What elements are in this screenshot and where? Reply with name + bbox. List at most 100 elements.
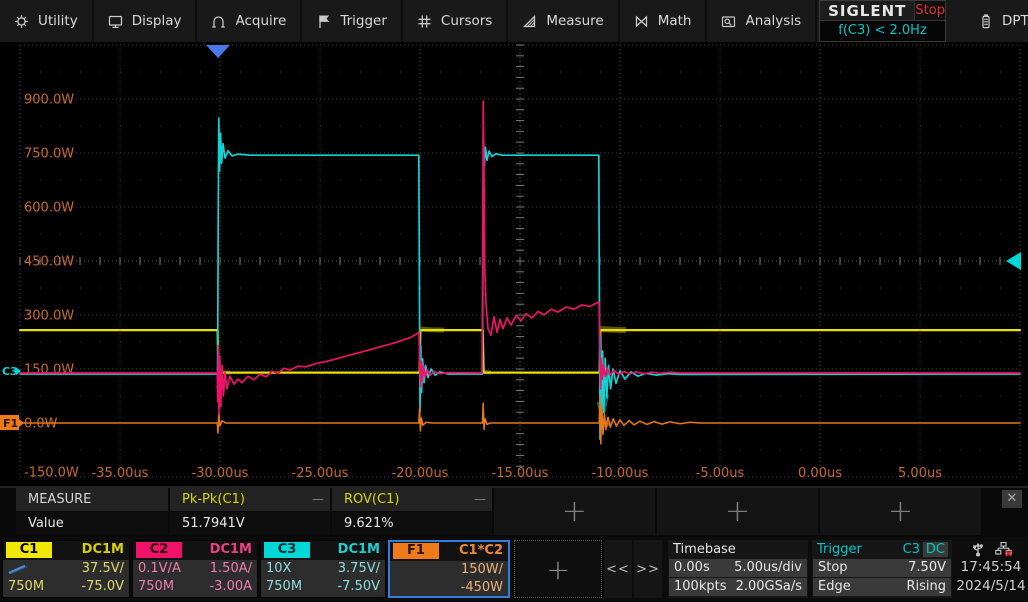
trigger-title: Trigger [817,542,862,557]
add-measurement-button[interactable]: + [657,488,818,535]
f1-expression: C1*C2 [459,543,503,558]
measure-title: MEASURE [16,488,168,511]
math-box-f1[interactable]: F1 C1*C2 150W/ -450W [388,540,510,598]
f1-offset: -450W [461,579,503,597]
menu-trigger-label: Trigger [340,13,387,29]
add-measurement-button[interactable]: + [494,488,655,535]
trigger-coupling: DC [923,542,948,557]
c3-probe: 10X [266,560,291,578]
channel-box-c1[interactable]: C1 DC1M 37.5V/ 750M -75.0V [2,540,130,598]
trigger-box[interactable]: Trigger C3 DC Stop 7.50V Edge Rising [812,540,952,598]
display-icon [108,14,123,29]
remove-measurement-button[interactable]: — [474,488,486,511]
skew-icon [7,563,29,575]
c1-offset: -75.0V [81,578,124,596]
menu-utility-label: Utility [38,13,78,29]
x-axis-label: -35.00us [92,466,149,481]
c2-badge[interactable]: C2 [136,542,182,558]
timebase-scale: 5.00us/div [734,559,802,577]
measure-strip: MEASURE Value Pk-Pk(C1) — 51.7941V ROV(C… [0,488,1028,537]
y-axis-label: -150.0W [24,466,79,481]
menu-utility[interactable]: Utility [0,0,94,42]
clock-date: 2024/5/14 [955,577,1027,596]
timebase-samplerate: 2.00GSa/s [736,578,802,596]
status-area: 17:45:54 2024/5/14 [955,540,1027,598]
menu-acquire-label: Acquire [235,13,286,29]
trigger-source: C3 [903,540,920,559]
oscilloscope-screen: Utility Display Acquire Trigger Cursors [0,0,1028,602]
c3-offset: -7.50V [337,578,380,596]
flag-icon [316,14,331,29]
c2-offset: -3.00A [209,578,252,596]
acquire-icon [211,14,226,29]
timebase-box[interactable]: Timebase 0.00s 5.00us/div 100kpts 2.00GS… [668,540,808,598]
menu-dpt[interactable]: DPT [964,0,1028,42]
trigger-frequency-readout: f(C3) < 2.0Hz [820,21,945,41]
menu-display[interactable]: Display [94,0,198,42]
analysis-icon [721,14,736,29]
waveform-display[interactable]: 900.0W750.0W600.0W450.0W300.0W150.0W0.0W… [0,42,1028,488]
svg-text:F1: F1 [3,417,18,430]
menu-acquire[interactable]: Acquire [197,0,302,42]
gear-icon [14,14,29,29]
c3-scale: 3.75V/ [338,560,380,578]
menu-display-label: Display [132,13,182,29]
menu-dpt-label: DPT [1002,13,1028,29]
x-axis-label: -20.00us [392,466,449,481]
c3-position-marker[interactable]: C3 [2,365,18,378]
add-measurement-button[interactable]: + [820,488,981,535]
y-axis-label: 300.0W [24,309,74,324]
x-axis-label: 5.00us [898,466,942,481]
menu-cursors[interactable]: Cursors [403,0,508,42]
timebase-title: Timebase [668,540,808,559]
c1-badge[interactable]: C1 [6,542,52,558]
timebase-points: 100kpts [674,578,726,596]
channel-box-c2[interactable]: C2 DC1M 0.1V/A 1.50A/ 750M -3.00A [132,540,258,598]
scroll-right-button[interactable]: >> [634,540,662,598]
trigger-level: 7.50V [908,559,946,577]
menu-trigger[interactable]: Trigger [302,0,403,42]
y-axis-label: 600.0W [24,201,74,216]
c1-scale: 37.5V/ [82,560,124,578]
trigger-slope: Rising [906,578,946,596]
cursors-icon [417,14,432,29]
measure-icon [522,14,537,29]
x-axis-label: -30.00us [192,466,249,481]
measurement-rov-value: 9.621% [332,512,492,535]
menu-math-label: Math [658,13,692,29]
trigger-type: Edge [818,578,851,596]
timebase-delay: 0.00s [674,559,710,577]
y-axis-label: 750.0W [24,147,74,162]
y-axis-label: 0.0W [24,417,58,432]
menu-analysis[interactable]: Analysis [707,0,817,42]
x-axis-label: 0.00us [798,466,842,481]
channel-box-c3[interactable]: C3 DC1M 10X 3.75V/ 750M -7.50V [260,540,386,598]
remove-measurement-button[interactable]: — [312,488,324,511]
c2-probe: 0.1V/A [138,560,181,578]
x-axis-label: -15.00us [492,466,549,481]
usb-icon [971,541,985,557]
f1-badge[interactable]: F1 [393,543,439,559]
acquisition-status-block[interactable]: SIGLENT Stop f(C3) < 2.0Hz [819,0,946,42]
dpt-icon [978,14,993,29]
menu-measure[interactable]: Measure [508,0,619,42]
clock-time: 17:45:54 [955,558,1027,577]
scroll-left-button[interactable]: << [604,540,632,598]
menu-math[interactable]: Math [620,0,708,42]
c2-scale: 1.50A/ [210,560,252,578]
c1-bandwidth: 750M [8,578,44,596]
measurement-rov-name: ROV(C1) [344,492,399,507]
c3-badge[interactable]: C3 [264,542,310,558]
y-axis-label: 450.0W [24,255,74,270]
x-axis-label: -25.00us [292,466,349,481]
measurement-pkpk[interactable]: Pk-Pk(C1) — 51.7941V [170,488,330,535]
close-measure-strip-button[interactable]: ✕ [1002,490,1022,508]
measurement-rov[interactable]: ROV(C1) — 9.621% [332,488,492,535]
c3-coupling: DC1M [338,542,380,557]
bottom-bar: C1 DC1M 37.5V/ 750M -75.0V C2 DC1M 0.1V/… [0,537,1028,602]
measurement-pkpk-name: Pk-Pk(C1) [182,492,245,507]
y-axis-label: 150.0W [24,363,74,378]
c2-coupling: DC1M [210,542,252,557]
measure-title-cell: MEASURE Value [16,488,168,535]
add-channel-button[interactable]: + [514,540,602,598]
